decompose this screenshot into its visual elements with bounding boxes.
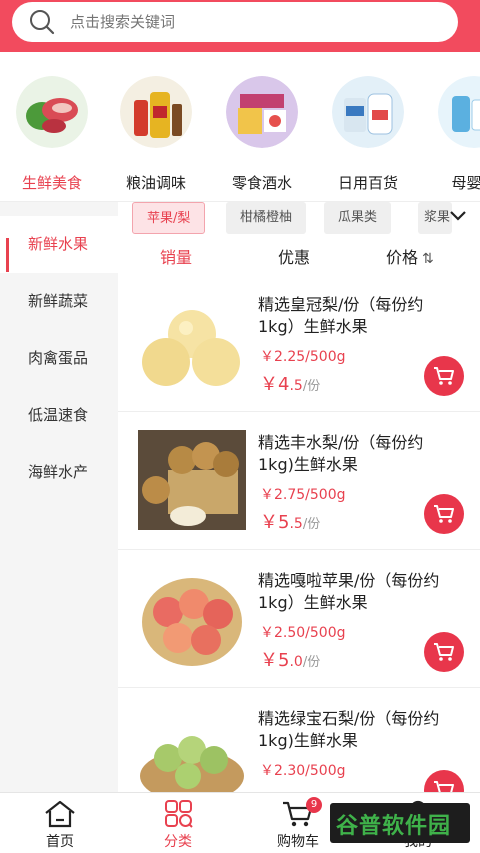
search-input[interactable] (70, 13, 430, 31)
product-name: 精选丰水梨/份（每份约1kg)生鲜水果 (258, 433, 424, 474)
chip-apple-pear[interactable]: 苹果/梨 (132, 202, 206, 234)
product-card[interactable]: 精选绿宝石梨/份（每份约1kg)生鲜水果 ￥2.30/500g (118, 688, 480, 792)
gala-apple-image (142, 578, 242, 666)
product-list: 精选皇冠梨/份（每份约1kg）生鲜水果 ￥2.25/500g ￥4.5/份 精选… (118, 274, 480, 792)
price-symbol: ￥ (260, 374, 278, 395)
unit-price: ￥2.50/500g (260, 625, 346, 641)
green-pear-image (140, 736, 244, 792)
price-integer: 5 (278, 650, 290, 671)
sort-bar: 销量 优惠 价格 ⇅ (118, 238, 480, 274)
sidebar-item-meat-eggs[interactable]: 肉禽蛋品 (0, 330, 118, 387)
product-card[interactable]: 精选皇冠梨/份（每份约1kg）生鲜水果 ￥2.25/500g ￥4.5/份 (118, 274, 480, 412)
category-item-snacks[interactable]: 零食酒水 (212, 76, 312, 193)
chip-citrus[interactable]: 柑橘橙柚 (226, 202, 307, 234)
chevron-down-icon[interactable] (448, 208, 468, 224)
product-price: ￥5.5/份 (260, 508, 320, 534)
price-unit: /份 (302, 379, 321, 394)
price-decimal: .5 (289, 378, 303, 394)
category-item-daily[interactable]: 日用百货 (318, 76, 418, 193)
category-item-baby[interactable]: 母婴玩 (424, 76, 480, 193)
search-icon (30, 10, 55, 35)
sidebar: 新鲜水果 新鲜蔬菜 肉禽蛋品 低温速食 海鲜水产 (0, 202, 118, 792)
tab-cart-label: 购物车 (277, 834, 319, 850)
sidebar-item-seafood[interactable]: 海鲜水产 (0, 444, 118, 501)
mother-baby-image (438, 76, 480, 148)
search-bar[interactable] (12, 2, 458, 42)
add-to-cart-button[interactable] (424, 356, 464, 396)
sidebar-item-frozen-food[interactable]: 低温速食 (0, 387, 118, 444)
add-to-cart-button[interactable] (424, 770, 464, 792)
chip-melons[interactable]: 瓜果类 (324, 202, 392, 234)
category-label: 零食酒水 (231, 174, 292, 192)
fresh-food-image (16, 76, 88, 148)
daily-goods-image (332, 76, 404, 148)
add-to-cart-button[interactable] (424, 632, 464, 672)
app-root: 生鲜美食 粮油调味 零食酒水 (0, 0, 480, 853)
unit-price: ￥2.30/500g (260, 763, 346, 779)
cart-icon (434, 643, 454, 661)
header-bar (0, 0, 480, 52)
category-strip[interactable]: 生鲜美食 粮油调味 零食酒水 日用百货 母婴 (0, 52, 480, 202)
product-name: 精选嘎啦苹果/份（每份约1kg）生鲜水果 (258, 571, 440, 612)
product-card[interactable]: 精选嘎啦苹果/份（每份约1kg）生鲜水果 ￥2.50/500g ￥5.0/份 (118, 550, 480, 688)
cart-icon (434, 367, 454, 385)
product-card[interactable]: 精选丰水梨/份（每份约1kg)生鲜水果 ￥2.75/500g ￥5.5/份 (118, 412, 480, 550)
fengshui-pear-image (138, 430, 246, 530)
category-label: 粮油调味 (125, 174, 186, 192)
grain-oil-image (120, 76, 192, 148)
price-symbol: ￥ (260, 650, 278, 671)
price-decimal: .5 (289, 516, 303, 532)
tab-home-label: 首页 (46, 834, 74, 850)
tab-home[interactable]: 首页 (20, 799, 100, 851)
product-price: ￥5.0/份 (260, 646, 320, 672)
sort-order-icon: ⇅ (422, 251, 434, 267)
tab-cart[interactable]: 9 购物车 (258, 797, 338, 851)
subcategory-chips: 苹果/梨 柑橘橙柚 瓜果类 浆果 (118, 202, 480, 238)
product-name: 精选皇冠梨/份（每份约1kg）生鲜水果 (258, 295, 424, 336)
price-integer: 4 (278, 374, 290, 395)
product-price: ￥4.5/份 (260, 370, 320, 396)
category-label: 生鲜美食 (21, 174, 82, 192)
sort-price[interactable]: 价格 ⇅ (386, 244, 434, 268)
watermark-logo: 谷普软件园 (330, 803, 470, 843)
home-icon (45, 800, 75, 828)
category-label: 母婴玩 (451, 174, 480, 192)
tab-category-label: 分类 (164, 834, 192, 850)
add-to-cart-button[interactable] (424, 494, 464, 534)
sort-sales[interactable]: 销量 (160, 244, 192, 268)
snacks-drinks-image (226, 76, 298, 148)
sort-discount[interactable]: 优惠 (278, 244, 310, 268)
category-grid-icon (165, 800, 193, 828)
crown-pear-image (142, 310, 240, 386)
sidebar-item-fresh-fruit[interactable]: 新鲜水果 (0, 216, 118, 273)
cart-icon (434, 781, 454, 792)
sort-price-label: 价格 (386, 248, 419, 267)
category-item-grain-oil[interactable]: 粮油调味 (106, 76, 206, 193)
cart-badge: 9 (306, 797, 322, 813)
price-unit: /份 (302, 517, 321, 532)
watermark-text: 谷普软件园 (336, 814, 452, 839)
category-item-fresh[interactable]: 生鲜美食 (2, 76, 102, 193)
product-name: 精选绿宝石梨/份（每份约1kg)生鲜水果 (258, 709, 440, 750)
tab-category[interactable]: 分类 (138, 799, 218, 851)
price-unit: /份 (302, 655, 321, 670)
price-symbol: ￥ (260, 512, 278, 533)
unit-price: ￥2.75/500g (260, 487, 346, 503)
unit-price: ￥2.25/500g (260, 349, 346, 365)
sidebar-item-fresh-vegetables[interactable]: 新鲜蔬菜 (0, 273, 118, 330)
chip-berries[interactable]: 浆果 (418, 202, 452, 234)
price-decimal: .0 (289, 654, 303, 670)
category-label: 日用百货 (337, 174, 398, 192)
cart-icon (434, 505, 454, 523)
price-integer: 5 (278, 512, 290, 533)
